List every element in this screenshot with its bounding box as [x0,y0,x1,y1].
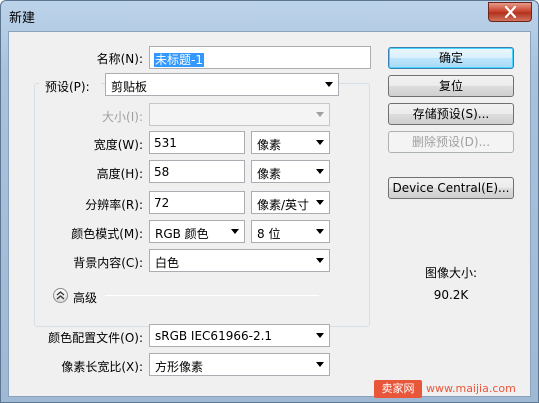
title-bar[interactable]: 新建 [1,1,538,31]
width-unit-value: 像素 [257,138,282,152]
chevron-down-icon [316,169,324,174]
watermark-logo: 卖家网 [374,380,422,398]
collapse-advanced-icon[interactable] [53,288,68,303]
image-size-value: 90.2K [433,288,469,302]
height-unit-dropdown[interactable]: 像素 [251,160,330,183]
height-value: 58 [154,165,170,179]
reset-button[interactable]: 复位 [388,75,514,97]
chevron-down-icon [316,229,324,234]
height-input[interactable]: 58 [149,160,245,183]
name-field[interactable]: 未标题-1 [149,46,371,69]
width-unit-dropdown[interactable]: 像素 [251,131,330,154]
name-label: 名称(N): [96,52,143,66]
watermark-url: www.maijia.com [426,382,516,395]
height-unit-value: 像素 [257,167,282,181]
size-dropdown [149,103,330,126]
device-central-button[interactable]: Device Central(E)... [388,177,514,199]
width-label: 宽度(W): [93,138,143,152]
window-title: 新建 [9,11,36,26]
width-value: 531 [154,136,177,150]
delete-preset-button: 删除预设(D)... [388,131,514,153]
pixel-aspect-label: 像素长宽比(X): [61,360,143,374]
bit-depth-value: 8 位 [257,227,281,241]
double-chevron-up-icon [56,291,65,300]
height-label: 高度(H): [96,167,143,181]
color-profile-label: 颜色配置文件(O): [48,331,143,345]
size-label: 大小(I): [102,110,143,124]
watermark: 卖家网 www.maijia.com [374,380,534,398]
preset-value: 剪贴板 [111,80,148,94]
image-size-label: 图像大小: [424,266,478,280]
pixel-aspect-value: 方形像素 [155,360,204,374]
chevron-down-icon [316,258,324,263]
background-dropdown[interactable]: 白色 [149,249,330,272]
resolution-label: 分辨率(R): [85,198,143,212]
close-icon [504,6,517,18]
resolution-unit-dropdown[interactable]: 像素/英寸 [251,191,330,214]
resolution-input[interactable]: 72 [149,191,245,214]
color-mode-label: 颜色模式(M): [71,227,143,241]
chevron-down-icon [231,229,239,234]
background-value: 白色 [155,256,180,270]
chevron-down-icon [316,140,324,145]
chevron-down-icon [316,200,324,205]
color-mode-value: RGB 颜色 [155,227,209,241]
color-mode-dropdown[interactable]: RGB 颜色 [149,220,245,243]
chevron-down-icon [316,362,324,367]
width-input[interactable]: 531 [149,131,245,154]
advanced-label[interactable]: 高级 [73,289,113,306]
color-profile-value: sRGB IEC61966-2.1 [155,329,273,343]
chevron-down-icon [325,82,333,87]
resolution-unit-value: 像素/英寸 [257,198,310,212]
advanced-divider [105,295,319,296]
color-profile-dropdown[interactable]: sRGB IEC61966-2.1 [149,324,330,347]
chevron-down-icon [316,112,324,117]
preset-dropdown[interactable]: 剪贴板 [105,73,339,96]
ok-button[interactable]: 确定 [388,47,514,69]
save-preset-button[interactable]: 存储预设(S)... [388,103,514,125]
background-label: 背景内容(C): [73,256,143,270]
name-value: 未标题-1 [154,53,204,67]
preset-label: 预设(P): [39,78,101,95]
new-document-dialog: 新建 名称(N): 未标题-1 预设(P): 剪贴板 大小(I): 宽度(W): [0,0,539,403]
chevron-down-icon [316,333,324,338]
dialog-body: 名称(N): 未标题-1 预设(P): 剪贴板 大小(I): 宽度(W): 53… [8,31,531,397]
resolution-value: 72 [154,196,170,210]
pixel-aspect-dropdown[interactable]: 方形像素 [149,353,330,376]
close-button[interactable] [488,2,532,22]
bit-depth-dropdown[interactable]: 8 位 [251,220,330,243]
